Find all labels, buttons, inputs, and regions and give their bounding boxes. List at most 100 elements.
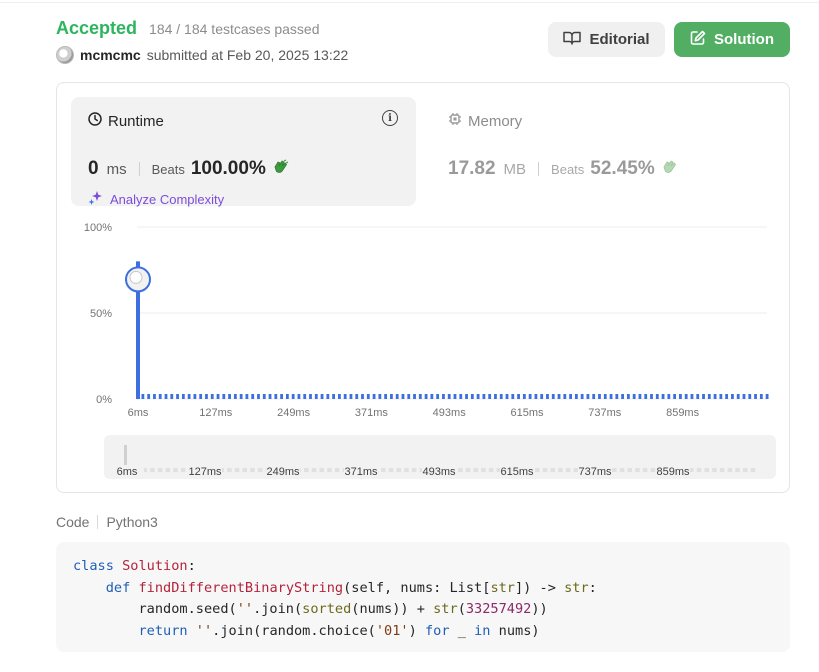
runtime-bar xyxy=(690,394,694,399)
runtime-bar xyxy=(228,394,231,399)
overview-bar xyxy=(165,468,170,472)
code-line-3: random.seed(''.join(sorted(nums)) + str(… xyxy=(73,601,548,617)
overview-tick-label: 737ms xyxy=(578,466,612,478)
runtime-bar xyxy=(546,394,549,399)
overview-bar xyxy=(250,468,255,472)
overview-bar xyxy=(388,468,394,472)
submitted-time: submitted at Feb 20, 2025 13:22 xyxy=(146,47,349,63)
runtime-bar xyxy=(257,394,260,399)
runtime-bar xyxy=(395,394,399,399)
runtime-bar xyxy=(210,394,214,399)
runtime-bar xyxy=(309,394,312,399)
overview-bar xyxy=(396,468,401,472)
overview-bar xyxy=(173,468,178,472)
runtime-bar xyxy=(702,394,705,399)
y-tick-label: 0% xyxy=(96,394,112,406)
runtime-bar xyxy=(366,394,370,399)
runtime-bar xyxy=(355,394,359,399)
overview-bar xyxy=(550,468,555,472)
runtime-bar xyxy=(233,394,237,399)
runtime-bar xyxy=(193,394,197,399)
runtime-bar xyxy=(251,394,255,399)
runtime-distribution-chart[interactable]: 100% 50% 0% 6ms 127ms 249ms 371ms 493ms 615ms 737… xyxy=(57,83,789,492)
overview-bar xyxy=(381,468,386,472)
overview-bar xyxy=(488,468,494,472)
code-header-separator xyxy=(97,515,99,529)
runtime-bar xyxy=(442,394,445,399)
y-tick-label: 100% xyxy=(84,222,112,234)
runtime-bar xyxy=(499,394,503,399)
runtime-bar xyxy=(696,394,700,399)
runtime-bar xyxy=(181,394,185,399)
y-tick-label: 50% xyxy=(90,308,112,320)
runtime-bar xyxy=(199,394,203,399)
overview-bar xyxy=(334,468,340,472)
code-header: Code Python3 xyxy=(56,514,158,530)
runtime-bar xyxy=(615,394,619,399)
x-tick-label: 371ms xyxy=(355,407,389,419)
editorial-button[interactable]: Editorial xyxy=(548,22,665,57)
runtime-bar xyxy=(592,394,596,399)
overview-tick-label: 615ms xyxy=(500,466,534,478)
runtime-bar xyxy=(372,394,376,399)
overview-bar xyxy=(157,468,163,472)
accepted-label: Accepted xyxy=(56,18,138,38)
runtime-bar xyxy=(609,394,613,399)
runtime-bar xyxy=(557,394,561,399)
overview-tick-label: 249ms xyxy=(266,466,300,478)
runtime-bar xyxy=(268,394,272,399)
runtime-bar xyxy=(719,394,723,399)
runtime-bar xyxy=(731,394,734,399)
runtime-bar xyxy=(679,394,682,399)
runtime-bar xyxy=(465,394,468,399)
runtime-bar xyxy=(401,394,405,399)
avatar[interactable] xyxy=(56,46,74,64)
overview-bar xyxy=(542,468,548,472)
runtime-bar xyxy=(574,394,578,399)
runtime-bar xyxy=(580,394,584,399)
overview-bar xyxy=(565,468,571,472)
runtime-bar xyxy=(158,394,162,399)
runtime-bar xyxy=(222,394,226,399)
runtime-bar xyxy=(303,394,307,399)
runtime-bar xyxy=(470,394,474,399)
overview-bar xyxy=(180,468,186,472)
runtime-bar xyxy=(511,394,515,399)
overview-bar xyxy=(535,468,540,472)
runtime-bar xyxy=(262,394,266,399)
runtime-bar xyxy=(482,394,486,399)
runtime-bar xyxy=(459,394,463,399)
runtime-bar xyxy=(297,394,301,399)
runtime-bar xyxy=(407,394,411,399)
top-divider xyxy=(0,0,819,3)
runtime-bar xyxy=(239,394,243,399)
submission-status: Accepted 184 / 184 testcases passed xyxy=(56,18,319,39)
runtime-bar xyxy=(563,394,567,399)
overview-bar xyxy=(712,468,717,472)
book-icon xyxy=(563,31,582,49)
runtime-bar xyxy=(384,394,388,399)
runtime-bar xyxy=(598,394,601,399)
overview-bar xyxy=(642,468,648,472)
overview-bar xyxy=(743,468,748,472)
runtime-bar xyxy=(638,394,642,399)
runtime-bar xyxy=(632,394,636,399)
overview-bar xyxy=(257,468,263,472)
code-block[interactable]: class Solution: def findDifferentBinaryS… xyxy=(56,542,790,652)
username-link[interactable]: mcmcmc xyxy=(80,47,141,63)
runtime-bar xyxy=(494,394,497,399)
runtime-bar xyxy=(447,394,451,399)
solution-button[interactable]: Solution xyxy=(674,22,790,57)
runtime-bar xyxy=(390,394,393,399)
runtime-bar xyxy=(505,394,509,399)
runtime-bar xyxy=(684,394,688,399)
overview-tick-label: 6ms xyxy=(117,466,138,478)
overview-bar xyxy=(635,468,640,472)
runtime-bar xyxy=(378,394,382,399)
overview-bar xyxy=(465,468,471,472)
runtime-bar xyxy=(534,394,538,399)
runtime-bar xyxy=(707,394,711,399)
runtime-bar xyxy=(655,394,659,399)
overview-bar xyxy=(234,468,240,472)
overview-bar xyxy=(735,468,740,472)
